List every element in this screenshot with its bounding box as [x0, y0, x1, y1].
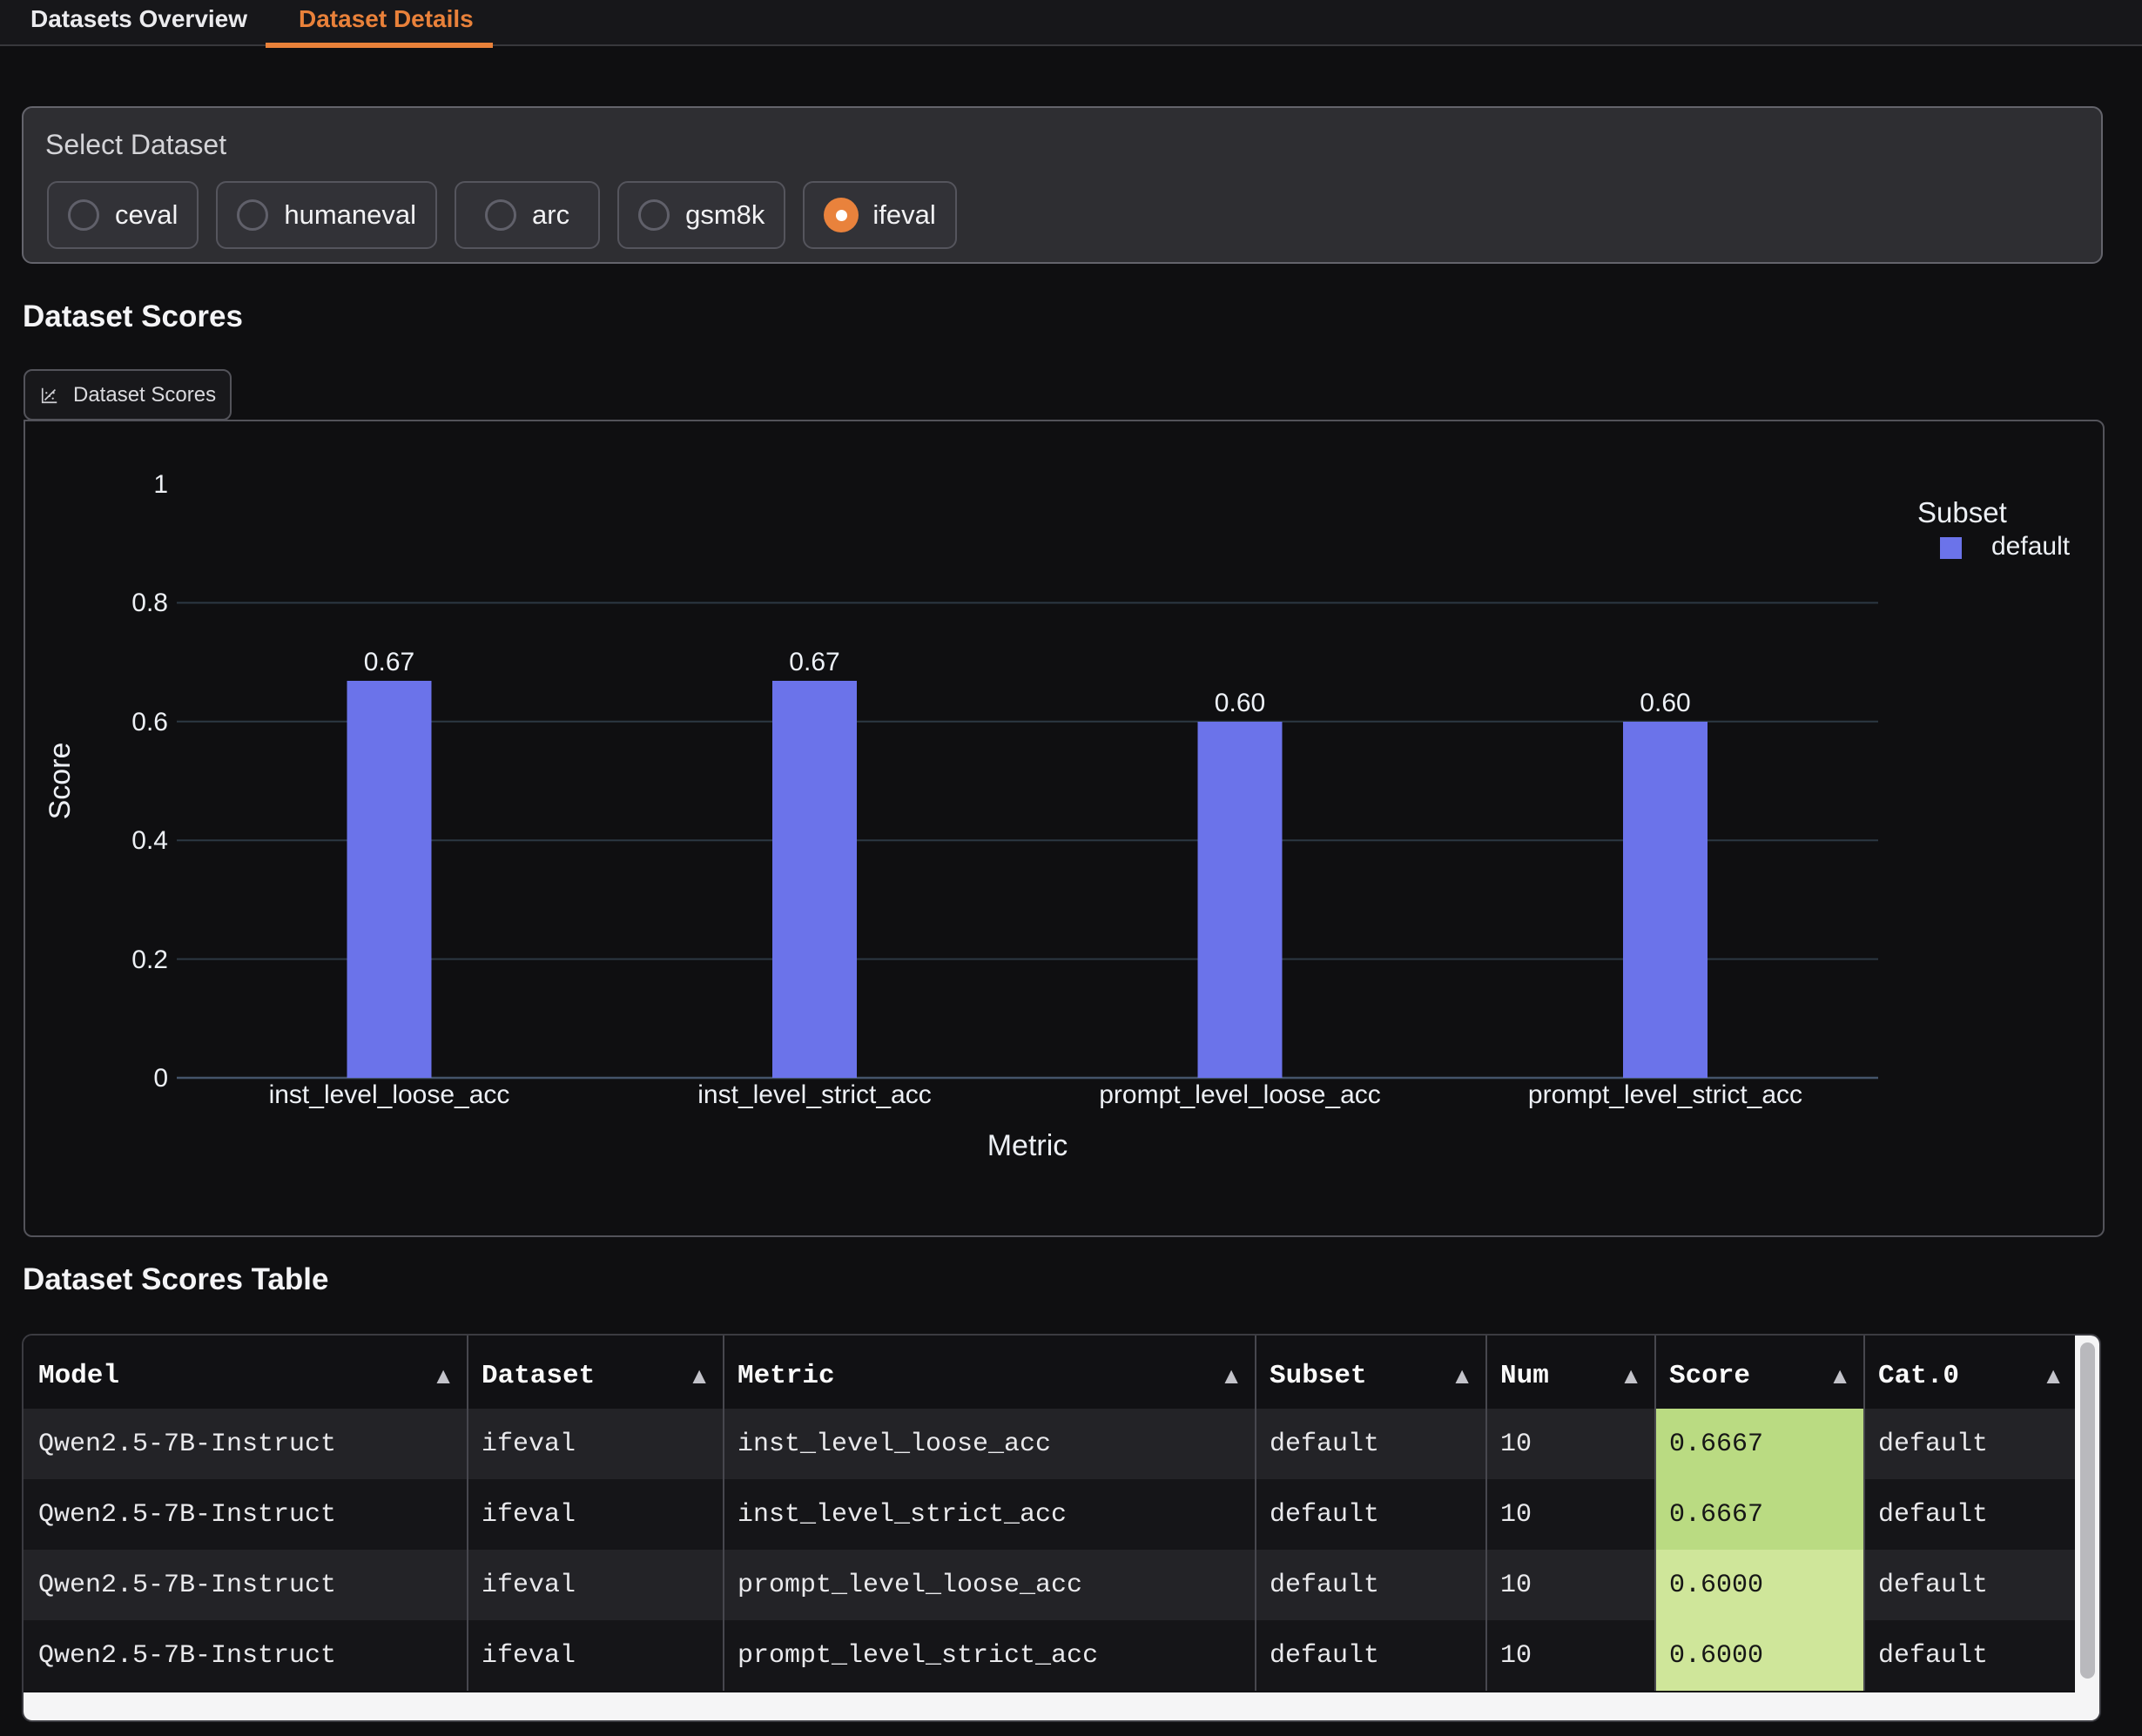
svg-text:0.4: 0.4 — [131, 826, 168, 855]
svg-text:prompt_level_strict_acc: prompt_level_strict_acc — [1528, 1080, 1802, 1109]
svg-text:Score: Score — [44, 743, 77, 820]
svg-text:0.60: 0.60 — [1640, 689, 1690, 717]
svg-text:0.2: 0.2 — [131, 945, 168, 974]
svg-text:0.67: 0.67 — [789, 648, 839, 676]
svg-text:Metric: Metric — [987, 1129, 1068, 1162]
svg-text:inst_level_loose_acc: inst_level_loose_acc — [269, 1080, 510, 1109]
svg-text:inst_level_strict_acc: inst_level_strict_acc — [697, 1080, 931, 1109]
svg-text:Subset: Subset — [1917, 496, 2007, 528]
svg-text:0.60: 0.60 — [1215, 689, 1265, 717]
svg-text:1: 1 — [153, 470, 168, 499]
svg-text:prompt_level_loose_acc: prompt_level_loose_acc — [1099, 1080, 1381, 1109]
svg-text:0.8: 0.8 — [131, 589, 168, 617]
svg-text:0.67: 0.67 — [364, 648, 414, 676]
svg-text:0: 0 — [153, 1064, 168, 1093]
svg-text:0.6: 0.6 — [131, 708, 168, 737]
svg-text:default: default — [1991, 532, 2071, 561]
